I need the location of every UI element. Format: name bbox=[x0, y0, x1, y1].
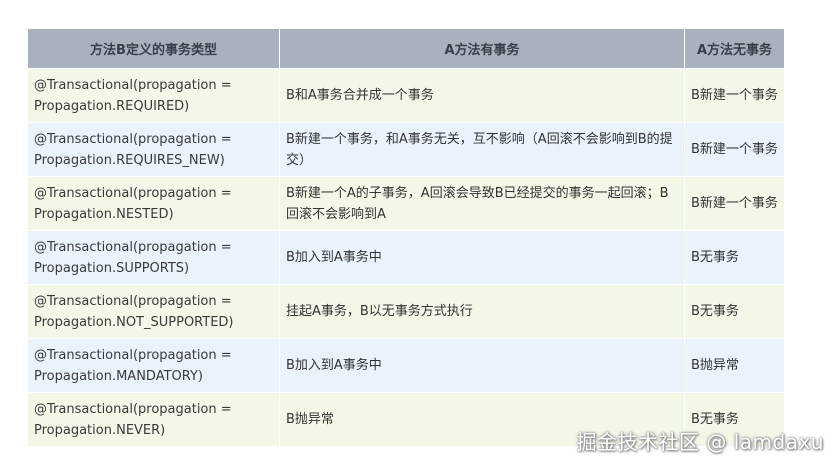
table-row: @Transactional(propagation = Propagation… bbox=[27, 230, 785, 285]
cell-b-line2: Propagation.NESTED) bbox=[34, 206, 174, 222]
propagation-table: 方法B定义的事务类型 A方法有事务 A方法无事务 @Transactional(… bbox=[27, 28, 785, 447]
table-row: @Transactional(propagation = Propagation… bbox=[27, 176, 785, 231]
cell-b-line1: @Transactional(propagation = bbox=[34, 239, 232, 255]
cell-b-type: @Transactional(propagation = Propagation… bbox=[27, 68, 280, 123]
cell-b-line1: @Transactional(propagation = bbox=[34, 77, 232, 93]
table-row: @Transactional(propagation = Propagation… bbox=[27, 68, 785, 123]
cell-b-line2: Propagation.MANDATORY) bbox=[34, 368, 203, 384]
cell-b-type: @Transactional(propagation = Propagation… bbox=[27, 284, 280, 339]
cell-b-line2: Propagation.SUPPORTS) bbox=[34, 260, 190, 276]
table-row: @Transactional(propagation = Propagation… bbox=[27, 122, 785, 177]
watermark-text: 掘金技术社区 @ lamdaxu bbox=[576, 430, 824, 454]
cell-b-type: @Transactional(propagation = Propagation… bbox=[27, 338, 280, 393]
cell-a-has-tx: B加入到A事务中 bbox=[279, 338, 685, 393]
table-body: @Transactional(propagation = Propagation… bbox=[27, 68, 785, 447]
header-b-type: 方法B定义的事务类型 bbox=[27, 28, 280, 69]
table-row: @Transactional(propagation = Propagation… bbox=[27, 338, 785, 393]
cell-b-line2: Propagation.REQUIRED) bbox=[34, 98, 190, 114]
cell-b-line1: @Transactional(propagation = bbox=[34, 131, 232, 147]
cell-b-line1: @Transactional(propagation = bbox=[34, 185, 232, 201]
cell-a-no-tx: B新建一个事务 bbox=[684, 68, 785, 123]
cell-b-line1: @Transactional(propagation = bbox=[34, 401, 232, 417]
cell-a-no-tx: B新建一个事务 bbox=[684, 176, 785, 231]
cell-a-has-tx: B和A事务合并成一个事务 bbox=[279, 68, 685, 123]
cell-a-no-tx: B无事务 bbox=[684, 230, 785, 285]
cell-b-line2: Propagation.REQUIRES_NEW) bbox=[34, 152, 225, 168]
cell-b-line2: Propagation.NOT_SUPPORTED) bbox=[34, 314, 234, 330]
cell-b-line1: @Transactional(propagation = bbox=[34, 293, 232, 309]
table-row: @Transactional(propagation = Propagation… bbox=[27, 284, 785, 339]
cell-a-has-tx: 挂起A事务，B以无事务方式执行 bbox=[279, 284, 685, 339]
cell-b-type: @Transactional(propagation = Propagation… bbox=[27, 122, 280, 177]
header-a-has-tx: A方法有事务 bbox=[279, 28, 685, 69]
cell-a-no-tx: B新建一个事务 bbox=[684, 122, 785, 177]
page-canvas: 方法B定义的事务类型 A方法有事务 A方法无事务 @Transactional(… bbox=[0, 0, 840, 467]
cell-b-type: @Transactional(propagation = Propagation… bbox=[27, 230, 280, 285]
cell-a-has-tx: B新建一个A的子事务，A回滚会导致B已经提交的事务一起回滚；B回滚不会影响到A bbox=[279, 176, 685, 231]
header-a-no-tx: A方法无事务 bbox=[684, 28, 785, 69]
cell-a-no-tx: B无事务 bbox=[684, 284, 785, 339]
cell-a-has-tx: B加入到A事务中 bbox=[279, 230, 685, 285]
cell-b-line2: Propagation.NEVER) bbox=[34, 422, 166, 438]
cell-b-type: @Transactional(propagation = Propagation… bbox=[27, 392, 280, 447]
cell-b-line1: @Transactional(propagation = bbox=[34, 347, 232, 363]
cell-a-has-tx: B新建一个事务，和A事务无关，互不影响（A回滚不会影响到B的提交） bbox=[279, 122, 685, 177]
cell-b-type: @Transactional(propagation = Propagation… bbox=[27, 176, 280, 231]
table-header-row: 方法B定义的事务类型 A方法有事务 A方法无事务 bbox=[27, 28, 785, 69]
cell-a-no-tx: B抛异常 bbox=[684, 338, 785, 393]
